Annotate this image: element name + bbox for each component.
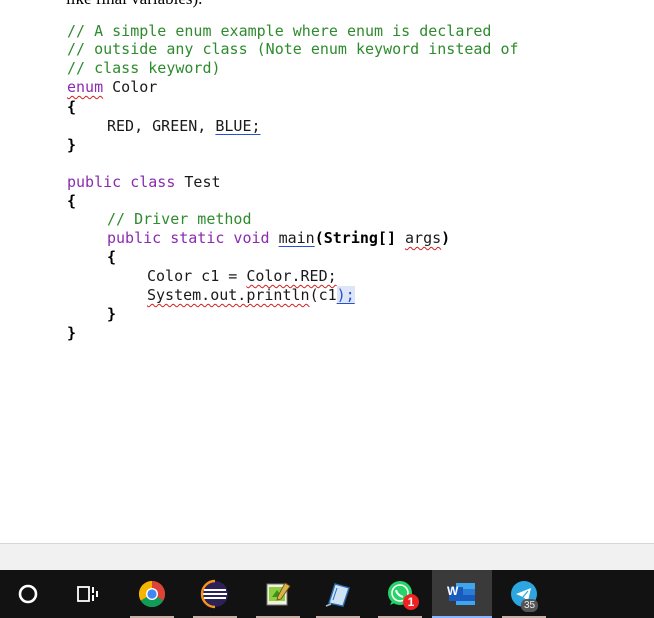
blue-underlined: BLUE; (215, 117, 261, 135)
chrome-icon (138, 580, 166, 608)
args-param: args (405, 229, 442, 247)
notepad-plus-plus-icon (266, 582, 291, 606)
main-open-brace: { (107, 248, 117, 266)
whatsapp-notification-badge: 1 (403, 594, 419, 610)
color-red-ref: Color.RED; (246, 267, 337, 285)
code-assign-line: Color c1 = Color.RED; (147, 267, 337, 285)
println-close: ); (336, 286, 355, 304)
taskbar-word[interactable]: W (432, 570, 492, 618)
taskbar-chrome[interactable] (122, 570, 182, 618)
code-comment-line-3: // class keyword) (67, 59, 221, 77)
telegram-unread-badge: 35 (521, 599, 539, 612)
start-button[interactable] (0, 570, 56, 618)
class-open-brace: { (67, 192, 77, 210)
taskbar-eclipse[interactable] (185, 570, 245, 618)
code-block: // A simple enum example where enum is d… (0, 0, 519, 342)
document-page: like final variables). // A simple enum … (0, 0, 654, 543)
main-method: main (278, 229, 315, 247)
task-view-icon (77, 586, 98, 602)
code-comment-line-2: // outside any class (Note enum keyword … (67, 40, 519, 58)
close-brace: } (67, 136, 77, 154)
taskbar-notes[interactable] (308, 570, 368, 618)
taskbar-notepad-plus-plus[interactable] (248, 570, 308, 618)
notes-pen-icon (325, 583, 350, 607)
taskbar-whatsapp[interactable]: 1 (370, 570, 430, 618)
enum-keyword: enum (67, 78, 104, 96)
code-class-line: public class Test (67, 173, 221, 191)
code-comment-line-1: // A simple enum example where enum is d… (67, 22, 492, 40)
task-view-button[interactable] (58, 570, 118, 618)
code-comment-driver: // Driver method (107, 210, 252, 228)
taskbar-telegram[interactable]: 35 (494, 570, 554, 618)
open-brace: { (67, 98, 77, 116)
eclipse-icon (200, 579, 228, 609)
cortana-circle-icon (18, 584, 38, 604)
main-close-brace: } (107, 305, 117, 323)
taskbar: 1 W 35 (0, 570, 654, 618)
word-letter: W (447, 584, 459, 598)
class-close-brace: } (67, 324, 77, 342)
code-enum-values: RED, GREEN, BLUE; (107, 117, 261, 135)
cutoff-text: like final variables). (66, 0, 202, 9)
println-call: System.out.println (147, 286, 310, 304)
code-println-line: System.out.println(c1); (147, 286, 355, 304)
code-enum-line: enum Color (67, 78, 158, 96)
status-strip (0, 543, 654, 571)
code-main-signature: public static void main(String[] args) (107, 229, 451, 247)
